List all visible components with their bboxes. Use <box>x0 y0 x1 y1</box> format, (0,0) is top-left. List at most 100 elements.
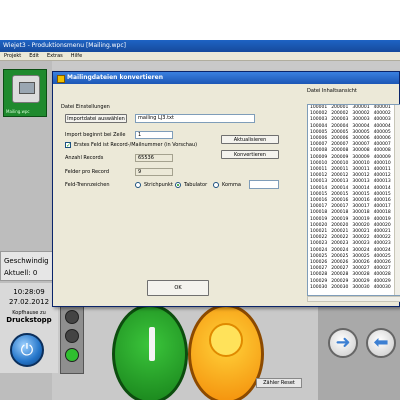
table-cell: 300009 <box>352 154 370 160</box>
table-cell: 100029 <box>310 278 328 284</box>
table-cell: 400019 <box>373 216 391 222</box>
table-cell: 100028 <box>310 272 328 278</box>
arrow-right-icon: ➜ <box>335 332 351 353</box>
table-cell: 200029 <box>331 278 349 284</box>
table-cell: 200018 <box>331 210 349 216</box>
separator-tabulator-radio[interactable] <box>175 182 181 188</box>
ok-button[interactable]: OK <box>147 280 209 296</box>
table-cell: 400018 <box>373 210 391 216</box>
record-count-label: Anzahl Records <box>65 155 104 161</box>
table-cell: 300018 <box>352 210 370 216</box>
table-cell: 200009 <box>331 154 349 160</box>
preview-vertical-scrollbar[interactable] <box>394 105 400 295</box>
table-row: 1000302000303000304000305000 <box>308 285 400 291</box>
table-row: 1000242000243000244000245000 <box>308 248 400 254</box>
back-button[interactable]: ⬅ <box>366 328 396 358</box>
import-file-button[interactable]: Importdatei auswählen <box>65 114 127 123</box>
table-cell: 100018 <box>310 210 328 216</box>
power-button[interactable]: ⏻ <box>10 333 44 367</box>
table-cell: 200024 <box>331 247 349 253</box>
table-cell: 400030 <box>373 284 391 290</box>
preview-label: Datei Inhaltsansicht <box>307 88 357 94</box>
traffic-light-green-lamp <box>65 348 79 362</box>
menu-projekt[interactable]: Projekt <box>0 52 25 61</box>
dialog-title-bar: Mailingdateien konvertieren <box>53 72 399 84</box>
table-cell: 400014 <box>373 185 391 191</box>
preview-horizontal-scrollbar[interactable] <box>307 296 400 302</box>
traffic-light-red-lamp <box>65 310 79 324</box>
record-count-value: 65536 <box>135 154 173 162</box>
dialog-content: Datei Einstellungen Datei Inhaltsansicht… <box>53 84 400 308</box>
table-cell: 400003 <box>373 117 391 123</box>
table-cell: 300030 <box>352 284 370 290</box>
table-cell: 300014 <box>352 185 370 191</box>
date-display: 27.02.2012 <box>8 298 50 306</box>
convert-dialog: Mailingdateien konvertieren Datei Einste… <box>52 71 400 307</box>
table-cell: 200014 <box>331 185 349 191</box>
start-icon <box>149 327 155 361</box>
stop-icon <box>209 323 243 357</box>
speed-panel: Geschwindig Aktuell: 0 <box>0 251 58 281</box>
job-thumbnail[interactable]: Mailing.wpc <box>3 69 47 117</box>
table-row: 1000232000233000234000235000 <box>308 241 400 247</box>
counter-value: 0 <box>32 269 38 277</box>
fields-label: Felder pro Record <box>65 169 110 175</box>
first-field-label: Erstes Feld ist Record-/Mailnummer (in V… <box>74 142 198 148</box>
separator-tabulator-label: Tabulator <box>184 182 208 188</box>
refresh-button[interactable]: Aktualisieren <box>221 135 279 144</box>
file-preview[interactable]: 1000012000013000014000015000100002200002… <box>307 104 400 296</box>
file-name-field[interactable]: mailing LJ3.txt <box>135 114 255 123</box>
stop-button[interactable] <box>188 304 264 400</box>
custom-separator-field[interactable] <box>249 180 279 189</box>
dialog-title: Mailingdateien konvertieren <box>67 74 163 81</box>
table-cell: 300008 <box>352 148 370 154</box>
import-start-label: Import beginnt bei Zeile <box>65 132 126 138</box>
table-cell: 400024 <box>373 247 391 253</box>
fields-value: 9 <box>135 168 173 176</box>
table-cell: 300028 <box>352 272 370 278</box>
convert-button[interactable]: Konvertieren <box>221 150 279 159</box>
table-cell: 200003 <box>331 117 349 123</box>
table-cell: 200004 <box>331 123 349 129</box>
table-row: 1000192000193000194000195000 <box>308 217 400 223</box>
table-cell: 300003 <box>352 117 370 123</box>
counter-label: Aktuell: <box>4 269 31 277</box>
table-cell: 300023 <box>352 241 370 247</box>
counter-row: Aktuell: 0 <box>4 267 54 279</box>
power-icon: ⏻ <box>20 340 34 359</box>
separator-strichpunkt-radio[interactable] <box>135 182 141 188</box>
table-cell: 100014 <box>310 185 328 191</box>
table-cell: 400028 <box>373 272 391 278</box>
table-cell: 300024 <box>352 247 370 253</box>
table-cell: 100023 <box>310 241 328 247</box>
clock-panel: 10:28:09 27.02.2012 Kopfhause zu Druckst… <box>0 283 58 373</box>
menu-bar: Projekt Edit Extras Hilfe <box>0 52 400 61</box>
counter-reset-button[interactable]: Zähler Reset <box>256 378 302 388</box>
printer-icon <box>12 75 40 103</box>
table-cell: 100024 <box>310 247 328 253</box>
app-title-bar: Wiejet3 - Produktionsmenu [Mailing.wpc] <box>0 40 400 52</box>
separator-strichpunkt-label: Strichpunkt <box>144 182 173 188</box>
table-cell: 400013 <box>373 179 391 185</box>
druckstopp-label: Druckstopp <box>6 316 52 324</box>
forward-button[interactable]: ➜ <box>328 328 358 358</box>
table-row: 1000292000293000294000295000 <box>308 279 400 285</box>
table-row: 1000042000043000044000045000 <box>308 124 400 130</box>
start-button[interactable] <box>112 304 188 400</box>
table-cell: 200008 <box>331 148 349 154</box>
table-cell: 100019 <box>310 216 328 222</box>
time-display: 10:28:09 <box>13 288 45 296</box>
table-cell: 300029 <box>352 278 370 284</box>
separator-komma-label: Komma <box>222 182 241 188</box>
table-cell: 100030 <box>310 284 328 290</box>
separator-komma-radio[interactable] <box>213 182 219 188</box>
first-field-checkbox[interactable]: ✓ <box>65 142 71 149</box>
table-cell: 300013 <box>352 179 370 185</box>
import-start-field[interactable]: 1 <box>135 131 173 139</box>
menu-extras[interactable]: Extras <box>43 52 67 61</box>
table-row: 1000032000033000034000035000 <box>308 117 400 123</box>
speed-label: Geschwindig <box>4 257 49 265</box>
table-cell: 200030 <box>331 284 349 290</box>
menu-edit[interactable]: Edit <box>25 52 43 61</box>
menu-hilfe[interactable]: Hilfe <box>67 52 86 61</box>
